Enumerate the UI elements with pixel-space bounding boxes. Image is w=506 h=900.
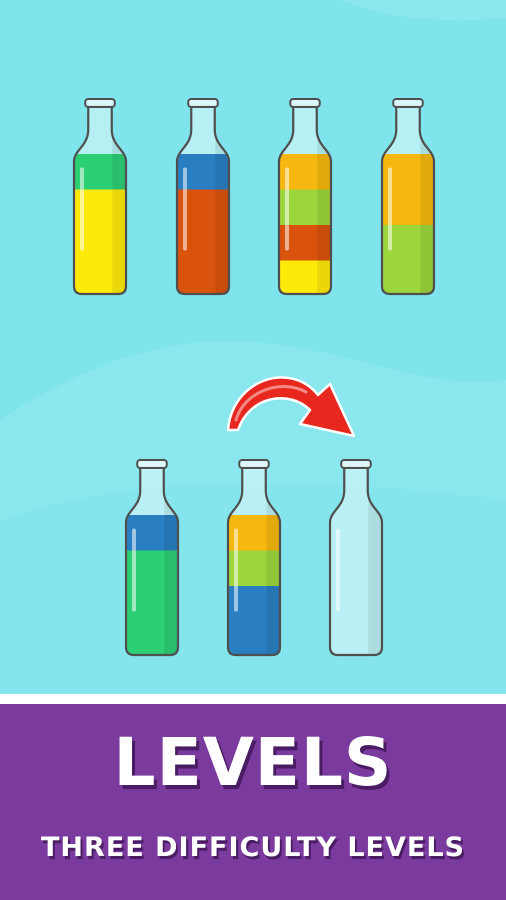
banner-subtitle: THREE DIFFICULTY LEVELS (41, 832, 465, 863)
pour-arrow-icon (226, 376, 356, 438)
divider (0, 694, 506, 704)
banner-title: LEVELS (113, 724, 393, 801)
levels-banner: LEVELS THREE DIFFICULTY LEVELS (0, 704, 506, 900)
game-board (0, 0, 506, 694)
